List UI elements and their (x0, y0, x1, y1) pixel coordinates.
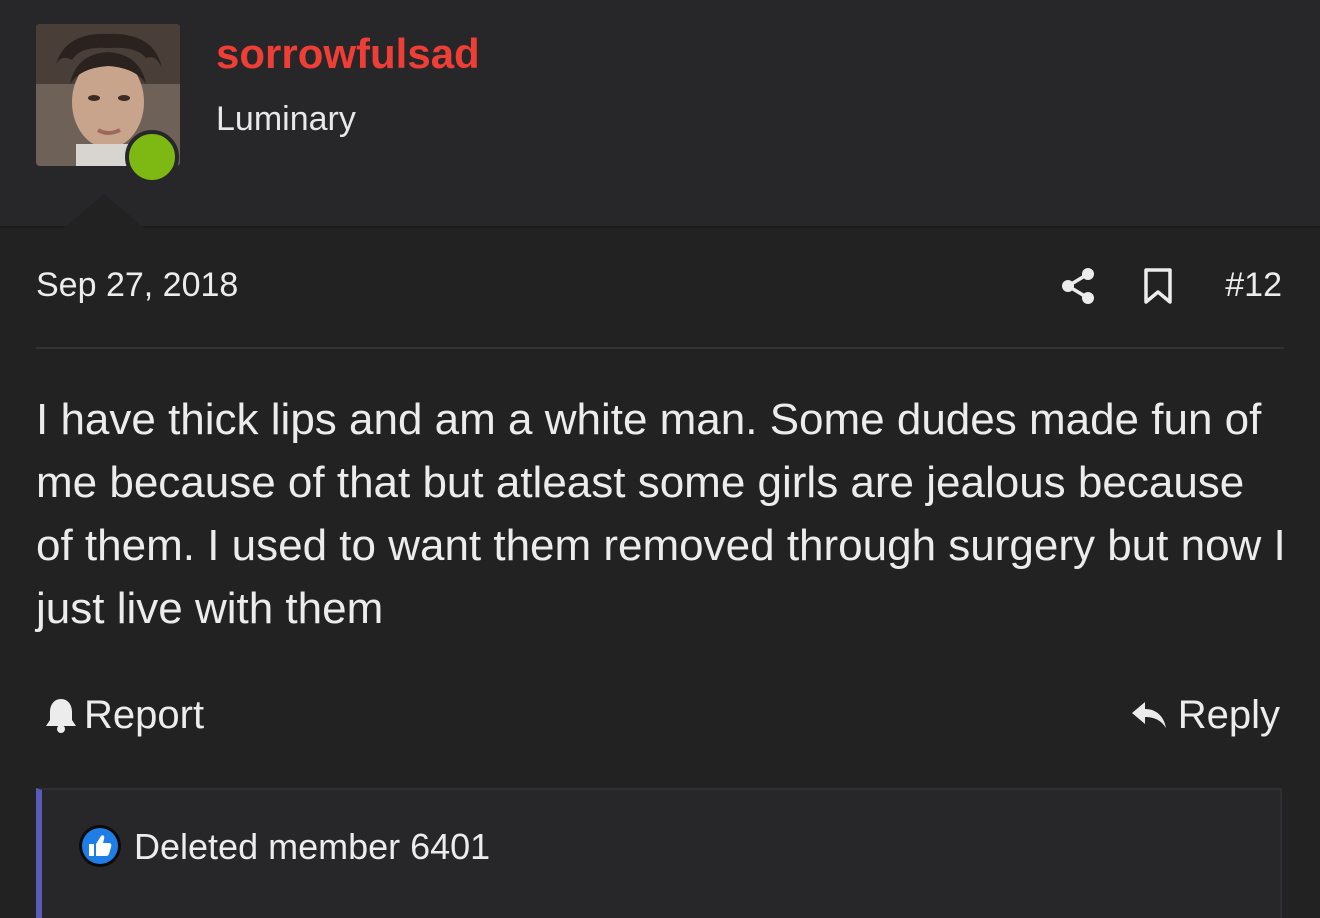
report-label: Report (84, 692, 205, 737)
post-number[interactable]: #12 (1225, 266, 1282, 305)
bell-icon (46, 699, 76, 733)
username[interactable]: sorrowfulsad (216, 30, 480, 78)
user-title: Luminary (216, 100, 356, 138)
reaction-user[interactable]: Deleted member 6401 (134, 826, 490, 868)
reply-icon (1131, 702, 1166, 728)
like-icon (79, 825, 121, 867)
reply-label: Reply (1177, 692, 1280, 737)
divider (36, 347, 1284, 349)
report-button[interactable]: Report (44, 690, 204, 740)
reply-button[interactable]: Reply (1130, 690, 1280, 740)
bookmark-icon[interactable] (1142, 267, 1174, 305)
reactions-bar[interactable]: Deleted member 6401 (36, 788, 1282, 918)
post-caret (64, 194, 144, 228)
user-header: sorrowfulsad Luminary (0, 0, 1320, 228)
online-status-indicator (125, 130, 179, 184)
post-body: I have thick lips and am a white man. So… (36, 395, 1286, 633)
post-date[interactable]: Sep 27, 2018 (36, 266, 238, 305)
share-icon[interactable] (1058, 266, 1098, 306)
